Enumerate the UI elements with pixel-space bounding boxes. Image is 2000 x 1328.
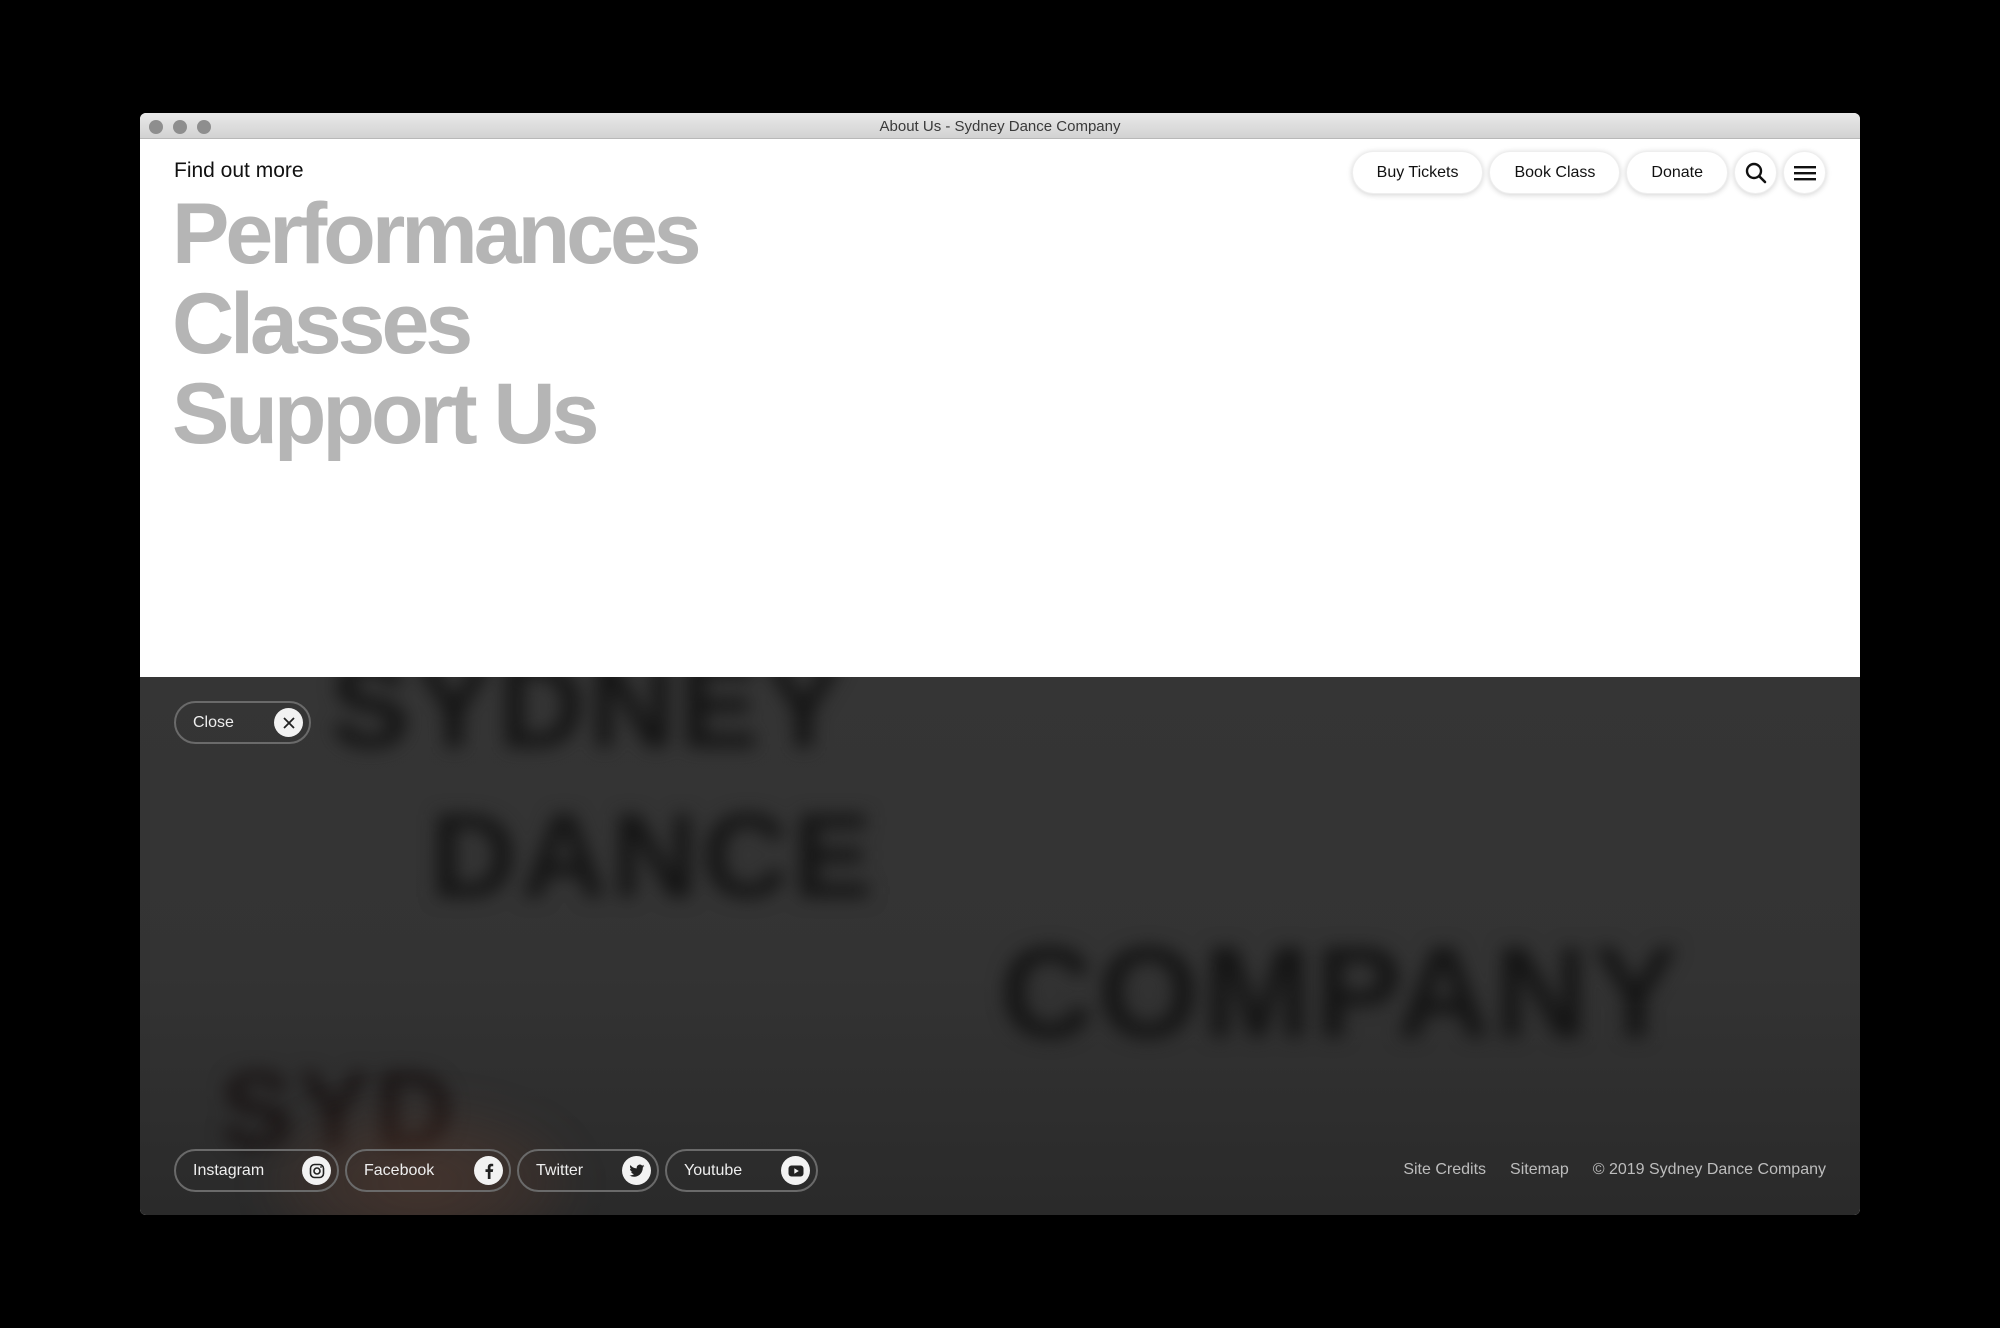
youtube-label: Youtube — [684, 1161, 743, 1179]
main-nav: Performances Classes Support Us — [172, 189, 702, 459]
twitter-link[interactable]: Twitter — [517, 1149, 659, 1192]
title-bar: About Us - Sydney Dance Company — [140, 113, 1860, 139]
social-links: Instagram Facebook Twitter Youtube — [174, 1149, 818, 1192]
menu-button[interactable] — [1783, 151, 1826, 194]
background-word-3: COMPANY — [1000, 919, 1683, 1065]
nav-link-classes[interactable]: Classes — [172, 279, 698, 369]
close-label: Close — [193, 713, 234, 731]
close-icon — [274, 708, 303, 737]
nav-link-performances[interactable]: Performances — [172, 189, 702, 279]
book-class-button[interactable]: Book Class — [1489, 151, 1621, 194]
instagram-label: Instagram — [193, 1161, 265, 1179]
twitter-icon — [622, 1156, 651, 1185]
facebook-link[interactable]: Facebook — [345, 1149, 511, 1192]
buy-tickets-button[interactable]: Buy Tickets — [1351, 151, 1484, 194]
blurred-background: SYDNEY DANCE COMPANY SYD Close Instagram — [140, 677, 1860, 1215]
nav-link-support-us[interactable]: Support Us — [172, 369, 698, 459]
instagram-icon — [302, 1156, 331, 1185]
facebook-icon — [474, 1156, 503, 1185]
browser-window: About Us - Sydney Dance Company Find out… — [140, 113, 1860, 1215]
close-menu-button[interactable]: Close — [174, 701, 311, 744]
window-title: About Us - Sydney Dance Company — [879, 118, 1121, 135]
menu-panel: Find out more Performances Classes Suppo… — [140, 139, 1860, 677]
youtube-link[interactable]: Youtube — [665, 1149, 818, 1192]
copyright-text: © 2019 Sydney Dance Company — [1592, 1161, 1826, 1178]
facebook-label: Facebook — [364, 1161, 435, 1179]
search-button[interactable] — [1734, 151, 1777, 194]
sitemap-link[interactable]: Sitemap — [1510, 1161, 1569, 1179]
donate-button[interactable]: Donate — [1626, 151, 1728, 194]
find-out-more-heading: Find out more — [174, 159, 304, 182]
hamburger-menu-icon — [1793, 165, 1816, 180]
header-actions: Buy Tickets Book Class Donate — [1351, 151, 1826, 194]
background-word-2: DANCE — [430, 789, 877, 923]
youtube-icon — [781, 1156, 810, 1185]
site-credits-link[interactable]: Site Credits — [1403, 1161, 1486, 1179]
background-word-1: SYDNEY — [330, 677, 848, 773]
instagram-link[interactable]: Instagram — [174, 1149, 339, 1192]
search-icon — [1745, 162, 1766, 183]
footer-links: Site Credits Sitemap © 2019 Sydney Dance… — [1403, 1161, 1826, 1179]
twitter-label: Twitter — [536, 1161, 584, 1179]
